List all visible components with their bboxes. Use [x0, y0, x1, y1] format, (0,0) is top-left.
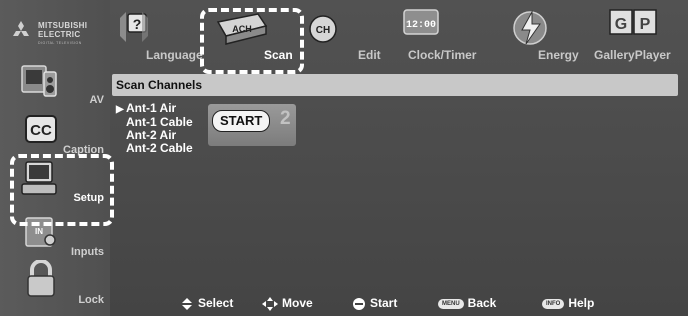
svg-text:CH: CH [316, 25, 330, 36]
start-button[interactable]: START [212, 110, 271, 132]
svg-text:CC: CC [30, 122, 52, 139]
speakers-icon [21, 65, 57, 97]
closed-caption-icon: CC [25, 115, 57, 143]
svg-text:?: ? [133, 16, 142, 32]
info-key-icon: INFO [542, 298, 565, 309]
clock-icon: 12:00 [403, 9, 439, 35]
tab-label: Language [146, 48, 203, 62]
help-move: Move [262, 296, 313, 311]
sidebar-item-av[interactable]: AV [0, 58, 110, 112]
help-help: INFO Help [542, 296, 594, 310]
brand-tagline: DIGITAL TELEVISION [38, 41, 82, 45]
tab-energy[interactable]: Energy [502, 6, 586, 62]
sidebar-item-lock[interactable]: Lock [0, 258, 110, 312]
panel-title-bar: Scan Channels [112, 74, 678, 96]
sidebar-item-label: AV [89, 94, 104, 106]
tab-clock-timer[interactable]: 12:00 Clock/Timer [398, 6, 492, 62]
tv-menu-screen: MITSUBISHI ELECTRIC DIGITAL TELEVISION A… [0, 0, 688, 316]
gallery-player-icon: G P [609, 9, 657, 35]
four-way-arrows-icon [262, 296, 278, 311]
language-question-icon: ? [120, 12, 148, 42]
sidebar-item-label: Lock [78, 294, 104, 306]
brand-logo: MITSUBISHI ELECTRIC DIGITAL TELEVISION [8, 14, 102, 50]
help-select: Select [180, 296, 233, 311]
tab-edit[interactable]: CH Edit [306, 6, 386, 62]
tab-language[interactable]: ? Language [116, 6, 204, 62]
svg-text:P: P [640, 16, 651, 33]
help-start: Start [352, 296, 397, 311]
padlock-icon [27, 260, 55, 297]
scan-channels-panel: Scan Channels ▶ Ant-1 Air Ant-1 Cable Ant… [112, 74, 678, 284]
svg-text:IN: IN [35, 227, 43, 236]
top-menu-bar: ? Language ACH Scan CH Edit 12:00 Clock/… [110, 0, 688, 66]
step-number: 2 [280, 108, 291, 129]
svg-text:12:00: 12:00 [406, 20, 436, 31]
selected-caret-icon: ▶ [116, 104, 124, 115]
tab-label: Energy [538, 48, 579, 62]
tab-label: Clock/Timer [408, 48, 477, 62]
setup-highlight-box [10, 154, 114, 226]
channel-edit-icon: CH [309, 15, 337, 43]
tab-label: Edit [358, 48, 381, 62]
option-ant1-air[interactable]: ▶ Ant-1 Air [116, 102, 193, 116]
panel-title: Scan Channels [116, 78, 203, 92]
scan-highlight-box [200, 8, 304, 74]
svg-text:G: G [615, 16, 627, 33]
brand-name: MITSUBISHI ELECTRIC [38, 21, 88, 39]
enter-button-icon [353, 297, 365, 310]
antenna-option-list: ▶ Ant-1 Air Ant-1 Cable Ant-2 Air Ant-2 C… [116, 102, 193, 155]
energy-bolt-icon [513, 10, 547, 45]
sidebar-item-label: Inputs [71, 246, 104, 258]
updown-arrows-icon [182, 297, 192, 310]
mitsubishi-diamonds-icon [13, 21, 29, 36]
menu-key-icon: MENU [438, 298, 464, 309]
start-panel: START 2 [208, 104, 296, 146]
option-ant2-cable[interactable]: Ant-2 Cable [116, 142, 193, 155]
help-back: MENU Back [438, 296, 496, 310]
tab-label: GalleryPlayer [594, 48, 671, 62]
tab-galleryplayer[interactable]: G P GalleryPlayer [588, 6, 684, 62]
